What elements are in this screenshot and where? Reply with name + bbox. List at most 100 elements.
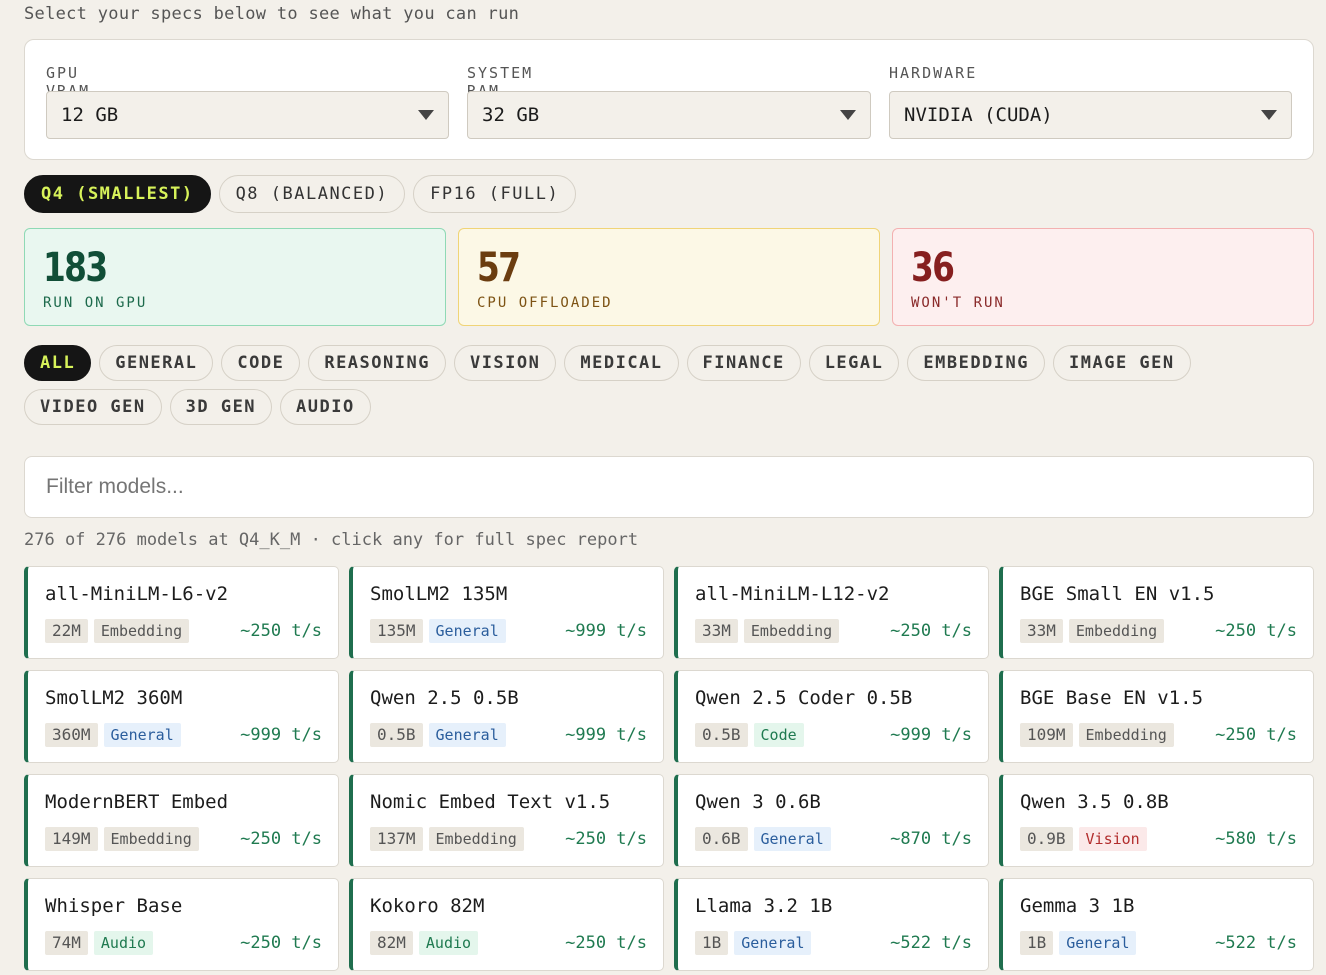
model-size-badge: 82M: [370, 931, 413, 955]
model-card[interactable]: SmolLM2 360M 360M General ~999 t/s: [24, 670, 339, 763]
model-card[interactable]: ModernBERT Embed 149M Embedding ~250 t/s: [24, 774, 339, 867]
model-card[interactable]: all-MiniLM-L6-v2 22M Embedding ~250 t/s: [24, 566, 339, 659]
model-meta: 0.5B General: [370, 723, 506, 747]
model-meta: 149M Embedding: [45, 827, 199, 851]
model-name: ModernBERT Embed: [45, 791, 229, 813]
model-category-badge: General: [734, 931, 812, 955]
model-card[interactable]: Whisper Base 74M Audio ~250 t/s: [24, 878, 339, 971]
model-size-badge: 1B: [695, 931, 729, 955]
model-speed: ~250 t/s: [240, 933, 322, 953]
model-name: Qwen 2.5 Coder 0.5B: [695, 687, 913, 709]
hardware-select[interactable]: NVIDIA (CUDA): [889, 91, 1292, 139]
model-meta: 33M Embedding: [695, 619, 840, 643]
stat-value: 36: [911, 245, 955, 291]
quant-q4-button[interactable]: Q4 (SMALLEST): [24, 175, 211, 213]
system-ram-value: 32 GB: [482, 104, 540, 126]
stat-cpu-offloaded: 57 CPU OFFLOADED: [458, 228, 880, 326]
model-name: SmolLM2 360M: [45, 687, 183, 709]
system-ram-select[interactable]: 32 GB: [467, 91, 871, 139]
model-meta: 1B General: [1020, 931, 1137, 955]
model-size-badge: 0.5B: [695, 723, 748, 747]
model-card[interactable]: BGE Base EN v1.5 109M Embedding ~250 t/s: [999, 670, 1314, 763]
category-3d-gen-button[interactable]: 3D GEN: [169, 389, 273, 425]
model-meta: 109M Embedding: [1020, 723, 1174, 747]
model-meta: 82M Audio: [370, 931, 479, 955]
model-category-badge: General: [428, 723, 506, 747]
model-category-badge: Code: [753, 723, 804, 747]
quantization-selector: Q4 (SMALLEST) Q8 (BALANCED) FP16 (FULL): [24, 175, 577, 213]
stat-value: 183: [43, 245, 108, 291]
model-card[interactable]: Qwen 3 0.6B 0.6B General ~870 t/s: [674, 774, 989, 867]
model-speed: ~999 t/s: [565, 621, 647, 641]
category-filter-row: ALL GENERAL CODE REASONING VISION MEDICAL FINA…: [24, 345, 1191, 381]
model-card[interactable]: BGE Small EN v1.5 33M Embedding ~250 t/s: [999, 566, 1314, 659]
model-size-badge: 149M: [45, 827, 98, 851]
model-name: Gemma 3 1B: [1020, 895, 1135, 917]
model-meta: 137M Embedding: [370, 827, 524, 851]
model-size-badge: 0.9B: [1020, 827, 1073, 851]
model-speed: ~250 t/s: [1215, 621, 1297, 641]
model-name: all-MiniLM-L6-v2: [45, 583, 229, 605]
hardware-label: HARDWARE: [889, 64, 978, 82]
model-meta: 33M Embedding: [1020, 619, 1165, 643]
model-size-badge: 1B: [1020, 931, 1054, 955]
model-speed: ~250 t/s: [565, 933, 647, 953]
category-embedding-button[interactable]: EMBEDDING: [907, 345, 1045, 381]
model-card[interactable]: Qwen 3.5 0.8B 0.9B Vision ~580 t/s: [999, 774, 1314, 867]
model-meta: 22M Embedding: [45, 619, 190, 643]
model-category-badge: General: [103, 723, 181, 747]
category-code-button[interactable]: CODE: [221, 345, 301, 381]
model-speed: ~250 t/s: [240, 621, 322, 641]
model-card[interactable]: Qwen 2.5 Coder 0.5B 0.5B Code ~999 t/s: [674, 670, 989, 763]
model-meta: 360M General: [45, 723, 181, 747]
category-video-gen-button[interactable]: VIDEO GEN: [24, 389, 162, 425]
spec-panel: GPU VRAM 12 GB SYSTEM RAM 32 GB HARDWARE…: [24, 39, 1314, 160]
category-finance-button[interactable]: FINANCE: [686, 345, 801, 381]
category-audio-button[interactable]: AUDIO: [280, 389, 371, 425]
model-category-badge: Vision: [1078, 827, 1147, 851]
model-speed: ~522 t/s: [890, 933, 972, 953]
quant-q8-button[interactable]: Q8 (BALANCED): [218, 175, 406, 213]
model-meta: 74M Audio: [45, 931, 154, 955]
model-name: BGE Small EN v1.5: [1020, 583, 1215, 605]
model-meta: 1B General: [695, 931, 812, 955]
chevron-down-icon: [418, 110, 434, 120]
model-card[interactable]: Llama 3.2 1B 1B General ~522 t/s: [674, 878, 989, 971]
model-name: Whisper Base: [45, 895, 183, 917]
model-size-badge: 0.6B: [695, 827, 748, 851]
model-card[interactable]: Nomic Embed Text v1.5 137M Embedding ~250 t…: [349, 774, 664, 867]
model-card[interactable]: all-MiniLM-L12-v2 33M Embedding ~250 t/s: [674, 566, 989, 659]
model-card[interactable]: Kokoro 82M 82M Audio ~250 t/s: [349, 878, 664, 971]
model-card[interactable]: SmolLM2 135M 135M General ~999 t/s: [349, 566, 664, 659]
category-image-gen-button[interactable]: IMAGE GEN: [1053, 345, 1191, 381]
model-size-badge: 137M: [370, 827, 423, 851]
stat-wont-run: 36 WON'T RUN: [892, 228, 1314, 326]
filter-models-input[interactable]: [24, 456, 1314, 518]
model-category-badge: Embedding: [743, 619, 840, 643]
hardware-value: NVIDIA (CUDA): [904, 104, 1053, 126]
model-name: all-MiniLM-L12-v2: [695, 583, 890, 605]
model-category-badge: Embedding: [428, 827, 524, 851]
model-speed: ~522 t/s: [1215, 933, 1297, 953]
model-category-badge: General: [428, 619, 506, 643]
model-name: BGE Base EN v1.5: [1020, 687, 1204, 709]
category-filter-row: VIDEO GEN 3D GEN AUDIO: [24, 389, 371, 425]
category-all-button[interactable]: ALL: [24, 345, 92, 381]
category-general-button[interactable]: GENERAL: [99, 345, 214, 381]
model-category-badge: Audio: [418, 931, 479, 955]
chevron-down-icon: [1261, 110, 1277, 120]
category-medical-button[interactable]: MEDICAL: [564, 345, 679, 381]
model-card[interactable]: Qwen 2.5 0.5B 0.5B General ~999 t/s: [349, 670, 664, 763]
category-reasoning-button[interactable]: REASONING: [308, 345, 446, 381]
gpu-vram-select[interactable]: 12 GB: [46, 91, 449, 139]
category-vision-button[interactable]: VISION: [453, 345, 557, 381]
model-card[interactable]: Gemma 3 1B 1B General ~522 t/s: [999, 878, 1314, 971]
model-speed: ~580 t/s: [1215, 829, 1297, 849]
category-legal-button[interactable]: LEGAL: [808, 345, 900, 381]
model-speed: ~250 t/s: [1215, 725, 1297, 745]
quant-fp16-button[interactable]: FP16 (FULL): [413, 175, 577, 213]
model-size-badge: 74M: [45, 931, 88, 955]
model-category-badge: Embedding: [93, 619, 190, 643]
model-name: Nomic Embed Text v1.5: [370, 791, 611, 813]
model-name: Qwen 2.5 0.5B: [370, 687, 519, 709]
